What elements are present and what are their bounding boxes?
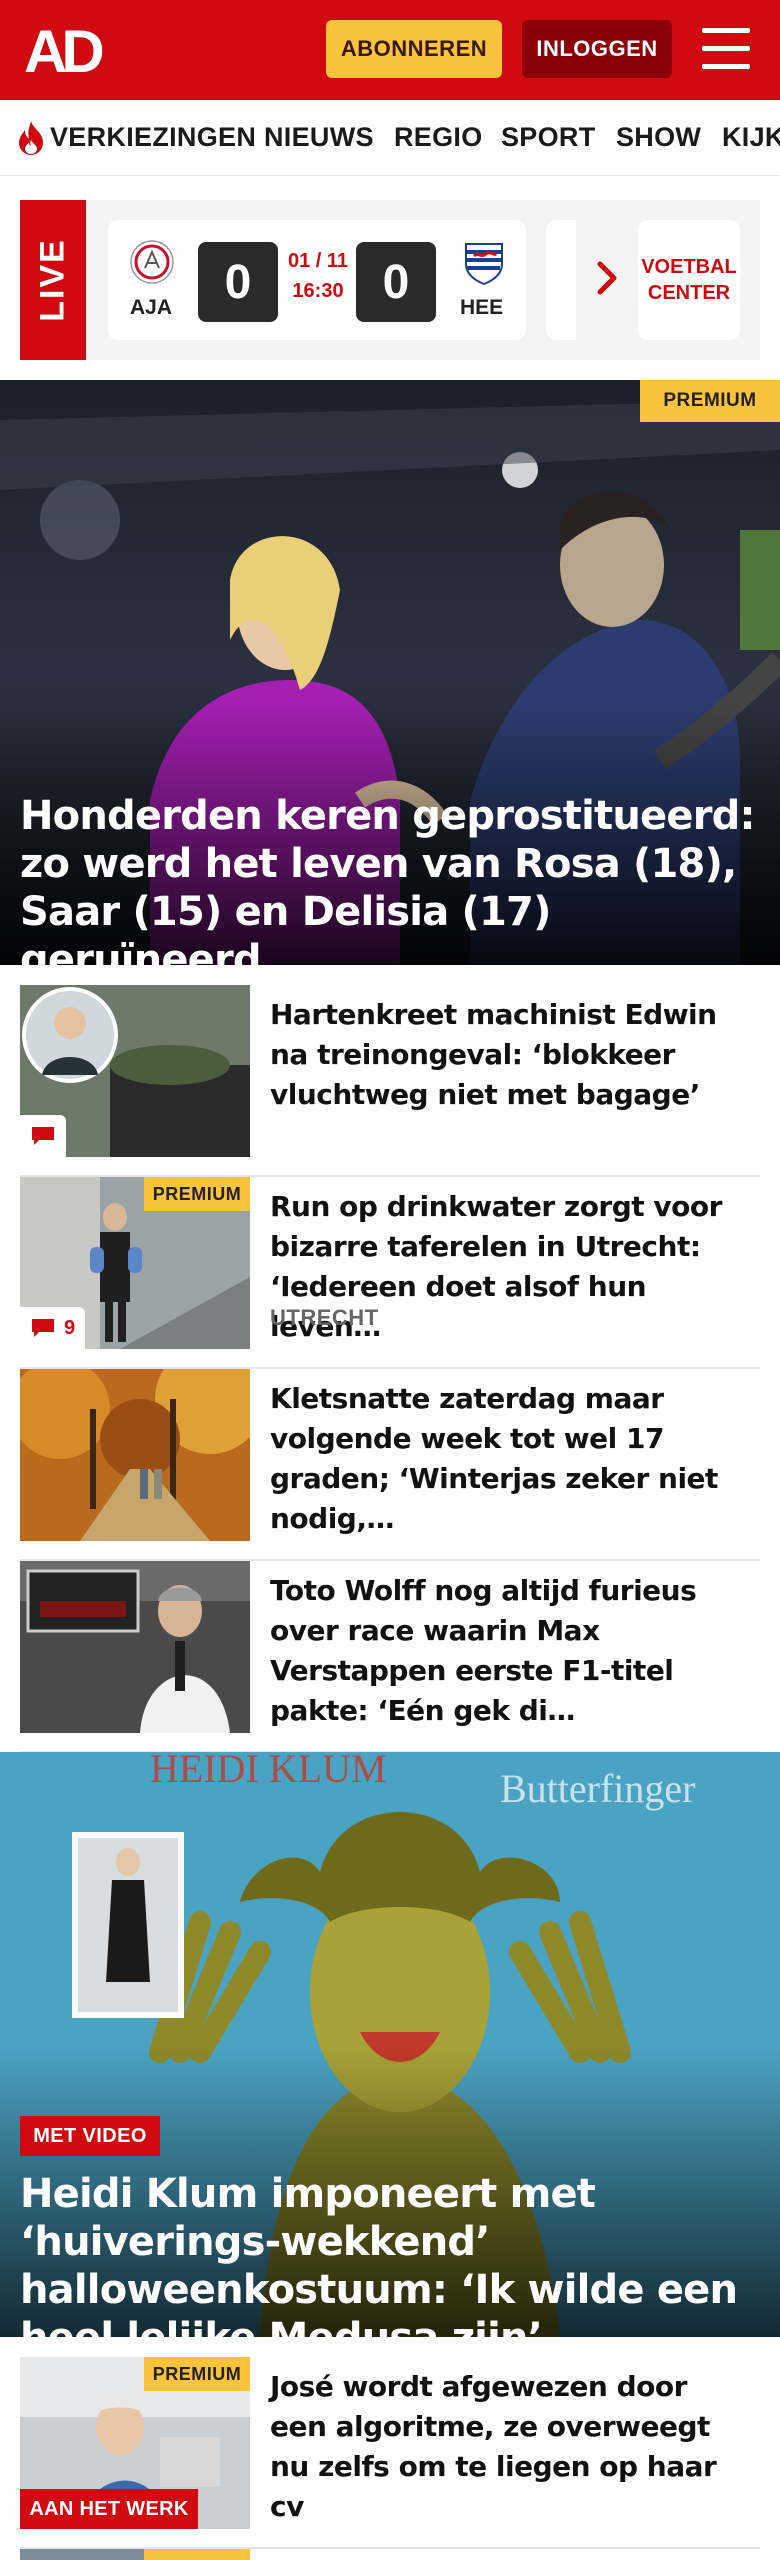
article-item[interactable]: Kletsnatte zaterdag maar volgende week t… <box>20 1369 760 1561</box>
article-title[interactable]: Hartenkreet machinist Edwin na treinonge… <box>270 995 750 1115</box>
section-tag: AAN HET WERK <box>20 2489 198 2529</box>
match-datetime: 01 / 11 16:30 <box>287 250 349 302</box>
next-match-card[interactable] <box>546 220 576 340</box>
nav-item-nieuws[interactable]: NIEUWS <box>264 122 374 153</box>
hero-title[interactable]: Honderden keren geprostitueerd: zo werd … <box>20 792 760 965</box>
feature-title[interactable]: Heidi Klum imponeert met ‘huiverings-wek… <box>20 2170 770 2337</box>
video-tag: MET VIDEO <box>20 2116 160 2156</box>
chevron-right-icon[interactable] <box>592 258 622 298</box>
article-item[interactable]: Toto Wolff nog altijd furieus over race … <box>20 1561 760 1753</box>
match-card[interactable]: AJA 0 01 / 11 16:30 0 HEE <box>108 220 526 340</box>
nav-item-kijken[interactable]: KIJKEN <box>722 122 780 153</box>
next-article-thumbnail[interactable] <box>20 2549 250 2560</box>
premium-badge: PREMIUM <box>640 380 780 422</box>
home-score: 0 <box>198 242 278 322</box>
main-nav: VERKIEZINGEN NIEUWS REGIO SPORT SHOW KIJ… <box>0 100 780 176</box>
site-header: AD ABONNEREN INLOGGEN <box>0 0 780 100</box>
comment-count: 9 <box>64 1316 76 1339</box>
article-item[interactable]: 9 PREMIUM Run op drinkwater zorgt voor b… <box>20 1177 760 1369</box>
nav-item-sport[interactable]: SPORT <box>501 122 596 153</box>
subscribe-button[interactable]: ABONNEREN <box>326 20 502 78</box>
comment-badge: 9 <box>20 1307 86 1349</box>
live-scores-strip: LIVE AJA 0 01 / 11 16:30 0 HEE VOETBAL C… <box>20 200 760 360</box>
article-thumbnail <box>20 1561 250 1733</box>
away-team-abbr: HEE <box>460 296 504 319</box>
feature-article[interactable]: HEIDI KLUM Butterfinger MET VIDEO Heidi … <box>0 1752 780 2337</box>
nav-item-verkiezingen[interactable]: VERKIEZINGEN <box>50 122 256 153</box>
live-label: LIVE <box>20 200 86 360</box>
nav-item-show[interactable]: SHOW <box>616 122 701 153</box>
ajax-logo-icon <box>130 240 174 284</box>
home-team-abbr: AJA <box>130 296 173 319</box>
voetbal-center-link[interactable]: VOETBAL CENTER <box>638 220 740 340</box>
hamburger-menu-icon[interactable] <box>698 26 754 72</box>
article-item[interactable]: AAN HET WERK PREMIUM José wordt afgeweze… <box>20 2357 760 2549</box>
heerenveen-logo-icon <box>465 243 503 286</box>
away-score: 0 <box>356 242 436 322</box>
article-section-label: UTRECHT <box>270 1305 379 1330</box>
hero-article[interactable]: PREMIUM Honderden keren geprostitueerd: … <box>0 380 780 965</box>
login-button[interactable]: INLOGGEN <box>522 20 672 78</box>
svg-text:AD: AD <box>24 22 102 78</box>
article-thumbnail <box>20 985 250 1157</box>
comment-icon <box>32 1127 54 1145</box>
premium-badge: PREMIUM <box>144 1177 250 1211</box>
comment-badge <box>20 1115 66 1157</box>
nav-item-regio[interactable]: REGIO <box>394 122 483 153</box>
article-title[interactable]: Toto Wolff nog altijd furieus over race … <box>270 1571 750 1731</box>
flame-icon <box>19 121 43 155</box>
premium-badge <box>144 2549 250 2560</box>
article-title[interactable]: Kletsnatte zaterdag maar volgende week t… <box>270 1379 750 1539</box>
premium-badge: PREMIUM <box>144 2357 250 2391</box>
article-thumbnail <box>20 1369 250 1541</box>
ad-logo[interactable]: AD <box>24 22 116 78</box>
article-title[interactable]: José wordt afgewezen door een algoritme,… <box>270 2367 750 2527</box>
article-item[interactable]: Hartenkreet machinist Edwin na treinonge… <box>20 985 760 1177</box>
comment-icon <box>32 1319 54 1337</box>
